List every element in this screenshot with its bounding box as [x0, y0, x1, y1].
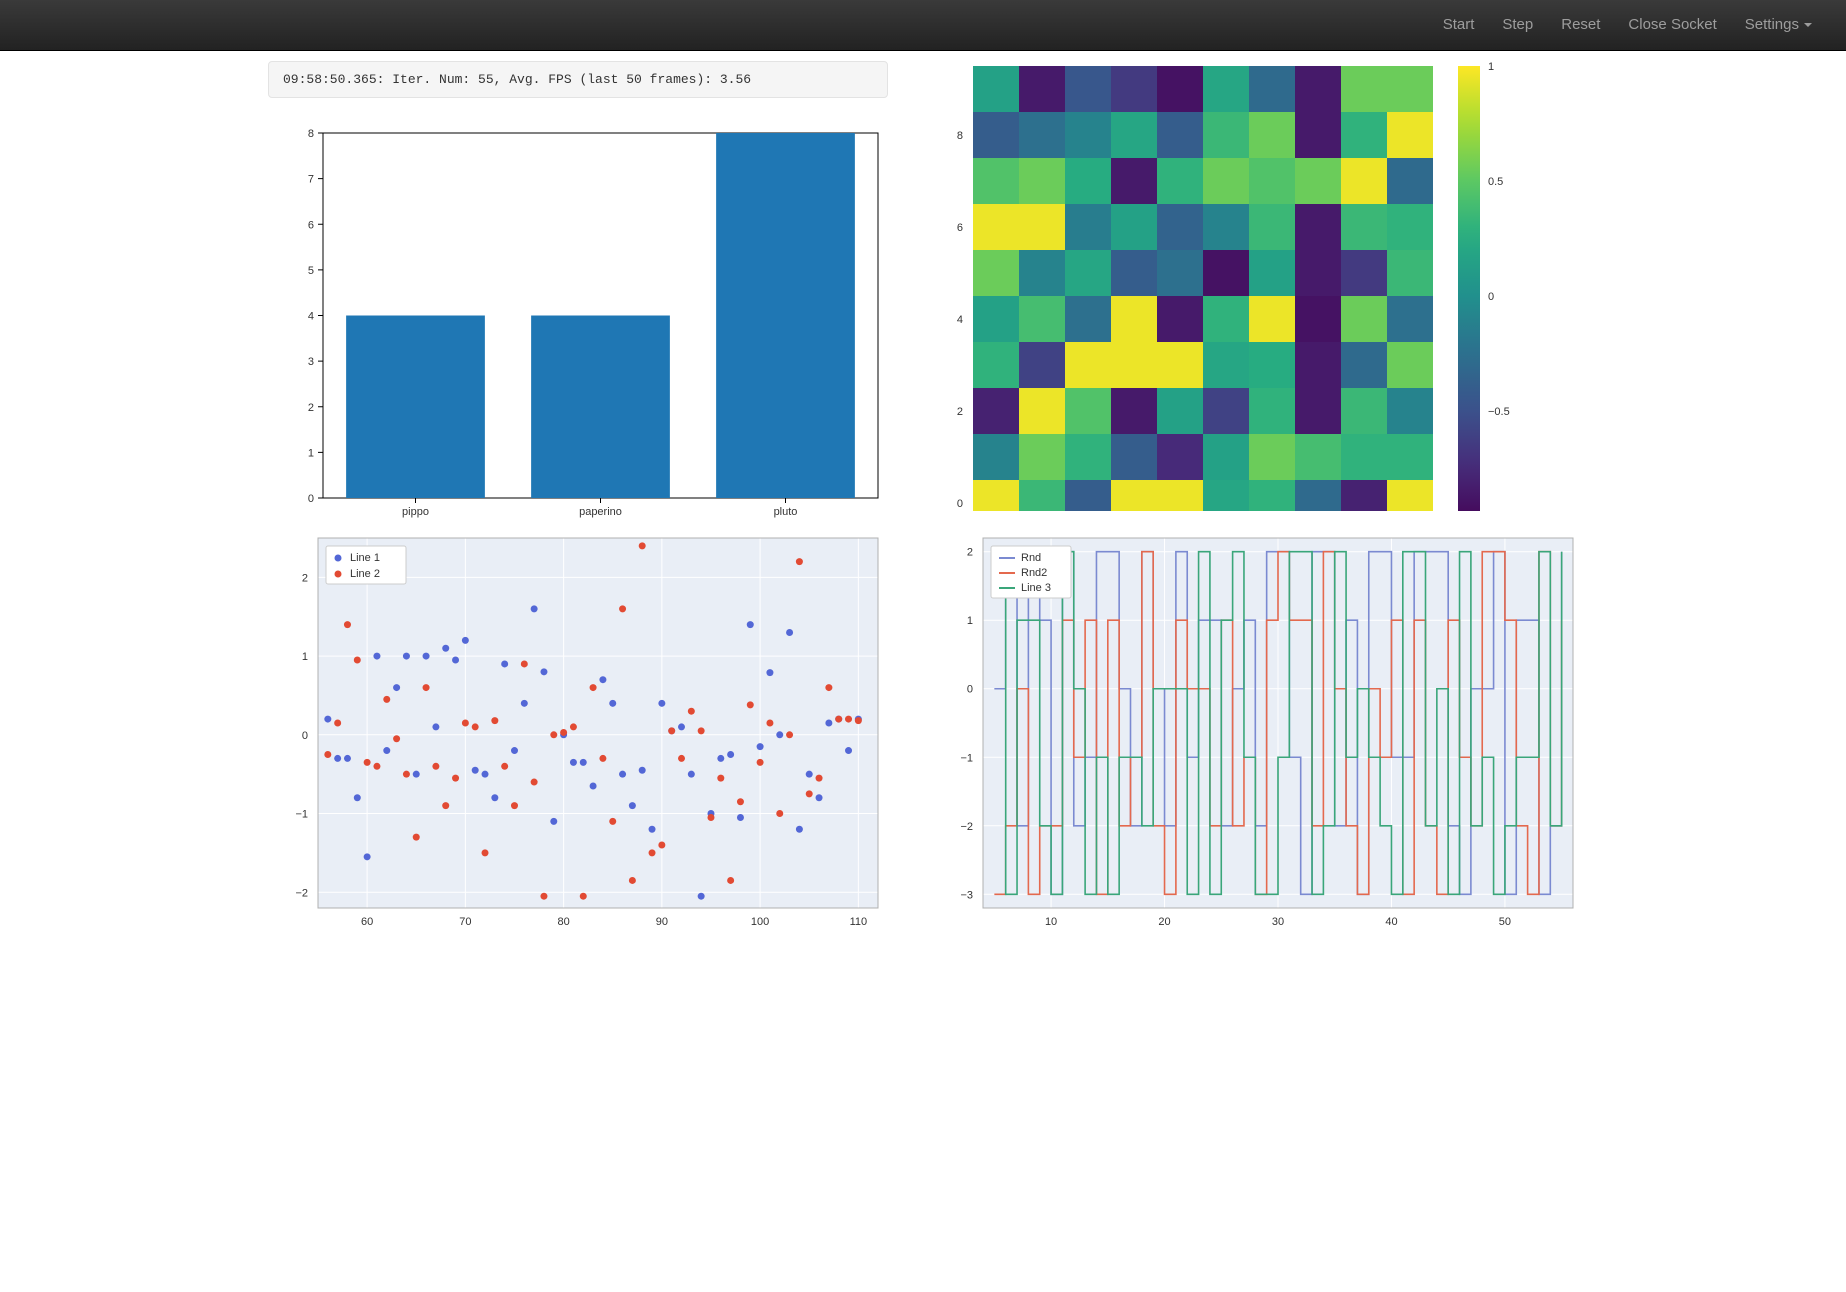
chevron-down-icon [1804, 23, 1812, 27]
svg-text:50: 50 [1499, 916, 1511, 928]
status-message: 09:58:50.365: Iter. Num: 55, Avg. FPS (l… [268, 61, 888, 98]
svg-text:pluto: pluto [774, 506, 798, 518]
svg-text:110: 110 [850, 916, 868, 928]
nav-start[interactable]: Start [1429, 0, 1489, 50]
svg-text:7: 7 [308, 174, 314, 186]
svg-text:100: 100 [751, 916, 769, 928]
svg-text:Line 2: Line 2 [350, 568, 380, 580]
svg-text:6: 6 [308, 219, 314, 231]
svg-text:0: 0 [308, 493, 314, 505]
svg-text:−1: −1 [295, 809, 308, 821]
navbar: Start Step Reset Close Socket Settings [0, 0, 1846, 51]
svg-text:pippo: pippo [402, 506, 429, 518]
svg-text:30: 30 [1272, 916, 1284, 928]
svg-text:80: 80 [557, 916, 569, 928]
svg-text:2: 2 [302, 572, 308, 584]
svg-text:0: 0 [967, 684, 973, 696]
svg-text:1: 1 [308, 447, 314, 459]
svg-text:0: 0 [957, 498, 963, 510]
svg-text:−0.5: −0.5 [1488, 406, 1510, 418]
svg-text:8: 8 [308, 128, 314, 140]
svg-text:70: 70 [459, 916, 471, 928]
nav-reset[interactable]: Reset [1547, 0, 1614, 50]
svg-text:1: 1 [967, 615, 973, 627]
heatmap-chart[interactable]: 024680246810.50−0.5−1 [933, 61, 1583, 511]
svg-text:4: 4 [957, 314, 963, 326]
svg-text:2: 2 [308, 402, 314, 414]
nav-step[interactable]: Step [1488, 0, 1547, 50]
svg-text:2: 2 [967, 547, 973, 559]
scatter-chart[interactable]: 60 70 80 90 100 110 −2 −1 0 1 2 Line 1 Line 2 [268, 533, 888, 933]
svg-text:paperino: paperino [579, 506, 622, 518]
panel-bottom-right: 10 20 30 40 50 −3 −2 −1 0 1 2 Rnd Rnd2 Line 3 [933, 533, 1583, 933]
nav-close-socket[interactable]: Close Socket [1614, 0, 1730, 50]
svg-text:−2: −2 [960, 821, 973, 833]
svg-text:1: 1 [1488, 61, 1494, 73]
svg-text:0.5: 0.5 [1488, 176, 1503, 188]
svg-text:Line 3: Line 3 [1021, 582, 1051, 594]
nav-settings-dropdown[interactable]: Settings [1731, 0, 1826, 50]
svg-text:1: 1 [302, 651, 308, 663]
svg-text:40: 40 [1385, 916, 1397, 928]
svg-text:−2: −2 [295, 887, 308, 899]
svg-text:4: 4 [308, 311, 314, 323]
svg-text:8: 8 [957, 130, 963, 142]
svg-text:20: 20 [1158, 916, 1170, 928]
panel-top-right: 024680246810.50−0.5−1 [933, 61, 1583, 523]
bar-chart[interactable]: 0 1 2 3 4 5 6 7 8 pippo paperino pluto [268, 123, 888, 523]
svg-text:5: 5 [308, 265, 314, 277]
svg-text:2: 2 [957, 406, 963, 418]
svg-text:0: 0 [302, 730, 308, 742]
nav-settings-label: Settings [1745, 0, 1799, 50]
svg-text:0: 0 [1488, 291, 1494, 303]
svg-text:−1: −1 [960, 752, 973, 764]
svg-text:60: 60 [361, 916, 373, 928]
svg-text:90: 90 [656, 916, 668, 928]
svg-text:Rnd: Rnd [1021, 552, 1041, 564]
svg-text:Line 1: Line 1 [350, 552, 380, 564]
panel-bottom-left: 60 70 80 90 100 110 −2 −1 0 1 2 Line 1 Line 2 [268, 533, 888, 933]
svg-text:3: 3 [308, 356, 314, 368]
svg-text:6: 6 [957, 222, 963, 234]
svg-text:Rnd2: Rnd2 [1021, 567, 1047, 579]
svg-text:−3: −3 [960, 889, 973, 901]
svg-text:10: 10 [1045, 916, 1057, 928]
panel-top-left: 09:58:50.365: Iter. Num: 55, Avg. FPS (l… [268, 61, 888, 523]
line-chart[interactable]: 10 20 30 40 50 −3 −2 −1 0 1 2 Rnd Rnd2 Line 3 [933, 533, 1583, 933]
